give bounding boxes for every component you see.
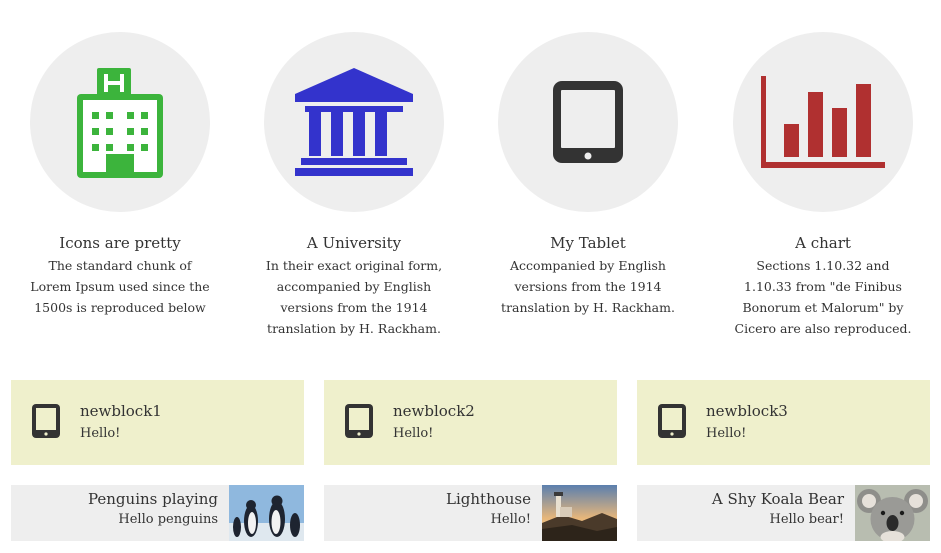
feature-text: In their exact original form, accompanie… (265, 258, 443, 336)
koala-photo[interactable] (855, 485, 930, 541)
feature-title: A chart (795, 234, 851, 252)
feature-text: Accompanied by English versions from the… (501, 258, 675, 315)
photoblock-subtitle: Hello penguins (118, 512, 218, 527)
photoblock-text: A Shy Koala Bear Hello bear! (712, 488, 844, 530)
photoblock-text: Lighthouse Hello! (446, 488, 531, 530)
newblock-title: newblock3 (706, 402, 788, 420)
photoblock-title: Lighthouse (446, 490, 531, 508)
tablet-icon (553, 81, 623, 163)
university-icon (295, 68, 413, 176)
photoblock-card[interactable]: Lighthouse Hello! (324, 485, 617, 541)
bar-chart-icon (761, 76, 885, 168)
feature-text: The standard chunk of Lorem Ipsum used s… (30, 258, 210, 315)
feature-circle (264, 32, 444, 212)
feature-circle (733, 32, 913, 212)
photoblock-card[interactable]: A Shy Koala Bear Hello bear! (637, 485, 930, 541)
newblock-card[interactable]: newblock1 Hello! (11, 380, 304, 465)
feature-text: Sections 1.10.32 and 1.10.33 from "de Fi… (734, 258, 912, 336)
newblock-subtitle: Hello! (393, 426, 434, 441)
photoblock-title: A Shy Koala Bear (711, 490, 844, 508)
tablet-icon (32, 404, 60, 438)
photoblock-title: Penguins playing (87, 490, 218, 508)
hospital-icon (77, 68, 163, 178)
lighthouse-photo[interactable] (542, 485, 617, 541)
newblock-card[interactable]: newblock2 Hello! (324, 380, 617, 465)
feature-circle (498, 32, 678, 212)
newblock-title: newblock2 (393, 402, 475, 420)
photoblock-text: Penguins playing Hello penguins (88, 488, 218, 530)
features-section: Icons are pretty The standard chunk of L… (0, 0, 941, 360)
feature-hospital: Icons are pretty The standard chunk of L… (5, 32, 235, 318)
feature-title: My Tablet (550, 234, 626, 252)
newblock-title: newblock1 (80, 402, 162, 420)
tablet-icon (345, 404, 373, 438)
newblock-subtitle: Hello! (706, 426, 747, 441)
newblock-subtitle: Hello! (80, 426, 121, 441)
feature-chart: A chart Sections 1.10.32 and 1.10.33 fro… (708, 32, 938, 339)
feature-circle (30, 32, 210, 212)
newblock-card[interactable]: newblock3 Hello! (637, 380, 930, 465)
feature-university: A University In their exact original for… (239, 32, 469, 339)
feature-tablet: My Tablet Accompanied by English version… (473, 32, 703, 318)
feature-title: A University (306, 234, 402, 252)
photoblock-subtitle: Hello! (490, 512, 531, 527)
photoblock-card[interactable]: Penguins playing Hello penguins (11, 485, 304, 541)
penguins-photo[interactable] (229, 485, 304, 541)
feature-title: Icons are pretty (59, 234, 181, 252)
photoblock-subtitle: Hello bear! (769, 512, 844, 527)
tablet-icon (658, 404, 686, 438)
